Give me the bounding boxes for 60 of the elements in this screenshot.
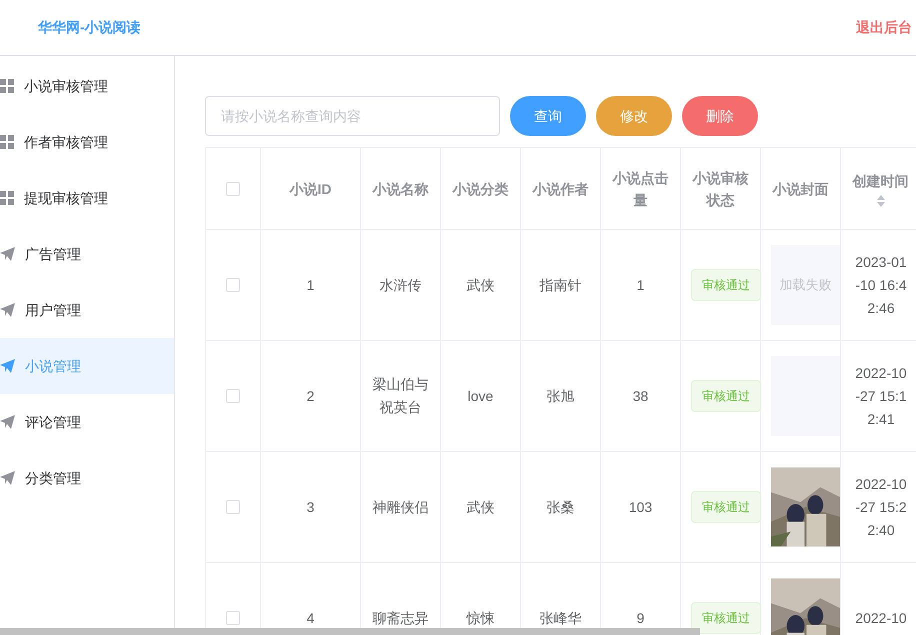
- table-cell-text: 2022-10-27 15:22:40: [854, 474, 908, 540]
- status-tag: 审核通过: [691, 491, 761, 523]
- status-tag: 审核通过: [691, 602, 761, 634]
- sidebar-item[interactable]: 小说审核管理: [0, 58, 174, 114]
- sidebar-item[interactable]: 用户管理: [0, 282, 174, 338]
- checkbox[interactable]: [226, 500, 240, 514]
- table-cell-text: 103: [628, 498, 654, 516]
- paper-plane-icon: [0, 359, 15, 373]
- table-cell-text: 9: [636, 608, 646, 628]
- table-cell-text: 神雕侠侣: [372, 498, 430, 516]
- site-title: 华华网-小说阅读: [38, 18, 141, 37]
- table-cell-text: 2022-10-27 15:12:41: [854, 364, 908, 428]
- sidebar-item[interactable]: 评论管理: [0, 394, 174, 450]
- status-tag: 审核通过: [691, 380, 761, 412]
- table-cell-text: 惊悚: [465, 608, 496, 628]
- table-cell-text: 1: [306, 276, 316, 294]
- checkbox[interactable]: [226, 611, 240, 625]
- column-header: 小说点击量: [611, 168, 670, 210]
- table-cell-text: 聊斋志异: [372, 608, 430, 628]
- search-field[interactable]: 请按小说名称查询内容: [205, 96, 500, 136]
- table-cell-text: 指南针: [538, 276, 582, 294]
- table-cell-text: 1: [636, 276, 646, 294]
- sidebar-item[interactable]: 广告管理: [0, 226, 174, 282]
- column-header: 小说名称: [371, 180, 430, 198]
- table-cell-text: 2: [306, 386, 316, 406]
- table-cell-text: 4: [306, 608, 316, 628]
- table-cell-text: 水浒传: [378, 276, 422, 294]
- sidebar-item[interactable]: 作者审核管理: [0, 114, 174, 170]
- sidebar-item[interactable]: 分类管理: [0, 450, 174, 506]
- table-cell-text: 张桑: [546, 498, 576, 516]
- paper-plane-icon: [0, 303, 15, 317]
- checkbox[interactable]: [226, 389, 240, 403]
- column-header: 小说审核状态: [691, 168, 750, 210]
- table-cell-text: love: [466, 386, 494, 406]
- status-tag: 审核通过: [691, 269, 761, 301]
- table-cell-text: 张峰华: [538, 608, 582, 628]
- column-header: 小说封面: [771, 180, 830, 198]
- table-cell-text: 武侠: [466, 276, 496, 294]
- grid-icon: [0, 79, 14, 93]
- paper-plane-icon: [0, 247, 15, 261]
- column-header: 小说分类: [451, 180, 510, 198]
- table-cell-text: 38: [632, 386, 650, 406]
- column-header: 创建时间: [851, 172, 910, 190]
- sort-icon[interactable]: [876, 194, 886, 208]
- column-header: 小说作者: [531, 180, 590, 198]
- checkbox[interactable]: [226, 278, 240, 292]
- table-cell-text: 3: [306, 498, 316, 516]
- grid-icon: [0, 191, 14, 205]
- paper-plane-icon: [0, 415, 15, 429]
- table-cell-text: 张旭: [546, 386, 576, 406]
- table-cell-text: 2022-10: [854, 608, 908, 628]
- table-cell-text: 武侠: [466, 498, 496, 516]
- grid-icon: [0, 135, 14, 149]
- scrollbar[interactable]: [0, 628, 700, 635]
- sidebar-item[interactable]: 提现审核管理: [0, 170, 174, 226]
- table-cell-text: 2023-01-10 16:42:46: [854, 252, 908, 318]
- table-cell-text: 梁山伯与祝英台: [372, 375, 430, 417]
- checkbox[interactable]: [226, 182, 240, 196]
- paper-plane-icon: [0, 471, 15, 485]
- column-header: 小说ID: [288, 180, 332, 198]
